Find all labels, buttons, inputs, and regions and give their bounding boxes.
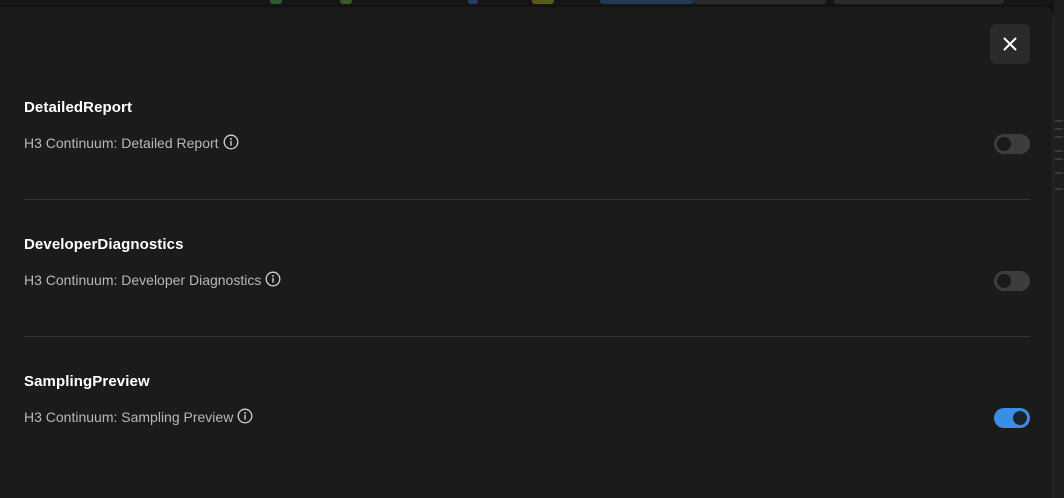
setting-label: H3 Continuum: Sampling Preview (24, 409, 234, 425)
setting-label-group: H3 Continuum: Developer Diagnostics (24, 271, 281, 288)
background-text (1055, 158, 1063, 160)
info-icon[interactable] (237, 408, 253, 424)
background-text (1055, 128, 1063, 130)
background-text (1055, 150, 1063, 152)
section-title: DetailedReport (24, 99, 133, 116)
close-button[interactable] (990, 24, 1030, 64)
tab-chip (270, 0, 282, 4)
setting-label: H3 Continuum: Detailed Report (24, 135, 219, 151)
setting-row-sampling-preview: H3 Continuum: Sampling Preview (24, 407, 1030, 431)
background-text (1055, 172, 1063, 174)
developer-diagnostics-toggle[interactable] (994, 271, 1030, 291)
tab-chip (340, 0, 352, 4)
setting-label: H3 Continuum: Developer Diagnostics (24, 272, 262, 288)
background-text (1055, 136, 1063, 138)
tab-chip (468, 0, 478, 4)
app-right-edge (1054, 0, 1064, 498)
toggle-knob (997, 137, 1011, 151)
settings-dialog: DetailedReport H3 Continuum: Detailed Re… (0, 7, 1054, 498)
setting-label-group: H3 Continuum: Detailed Report (24, 134, 239, 151)
app-top-strip (0, 0, 1064, 6)
section-title: DeveloperDiagnostics (24, 236, 184, 253)
section-divider (24, 336, 1030, 337)
close-icon (1003, 37, 1017, 51)
sampling-preview-toggle[interactable] (994, 408, 1030, 428)
section-divider (24, 199, 1030, 200)
tab-chip (834, 0, 1004, 4)
detailed-report-toggle[interactable] (994, 134, 1030, 154)
tab-chip (600, 0, 694, 4)
background-text (1055, 120, 1063, 122)
toggle-knob (1013, 411, 1027, 425)
tab-chip (694, 0, 826, 4)
setting-row-developer-diagnostics: H3 Continuum: Developer Diagnostics (24, 270, 1030, 294)
info-icon[interactable] (223, 134, 239, 150)
toggle-knob (997, 274, 1011, 288)
info-icon[interactable] (265, 271, 281, 287)
setting-row-detailed-report: H3 Continuum: Detailed Report (24, 133, 1030, 157)
setting-label-group: H3 Continuum: Sampling Preview (24, 408, 253, 425)
background-text (1055, 188, 1063, 190)
section-title: SamplingPreview (24, 373, 150, 390)
tab-chip (532, 0, 554, 4)
